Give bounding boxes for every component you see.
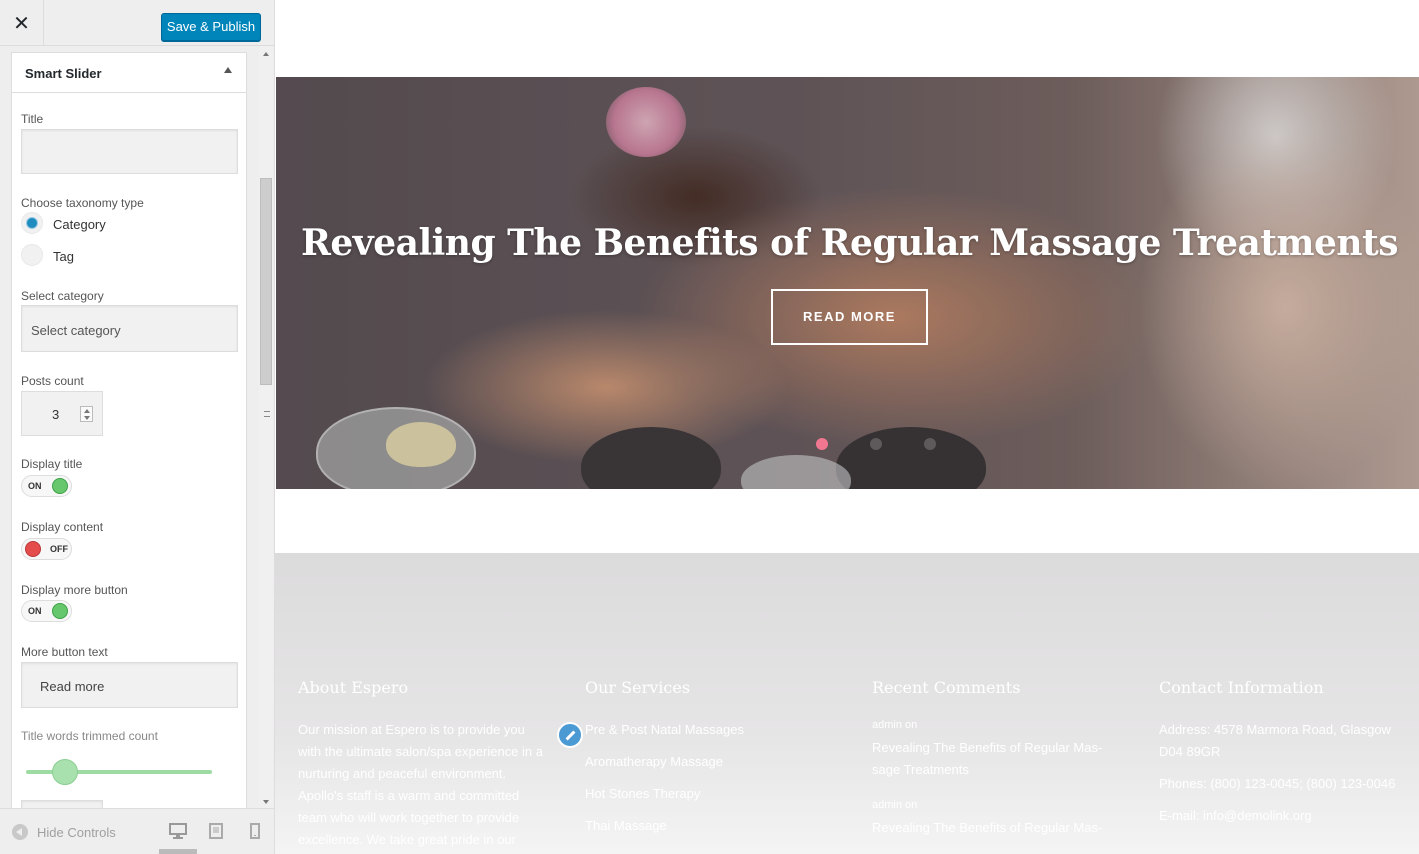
slider-dots: [816, 438, 936, 450]
service-link[interactable]: Aromatherapy Massage: [585, 746, 835, 778]
contact-address: Address: 4578 Marmora Road, Glasgow D04 …: [1159, 722, 1391, 759]
footer-contact: Contact Information Address: 4578 Marmor…: [1159, 678, 1404, 827]
slider-dot-2[interactable]: [870, 438, 882, 450]
close-button[interactable]: ✕: [0, 0, 44, 46]
display-title-label: Display title: [21, 457, 83, 471]
slider-dot-1[interactable]: [816, 438, 828, 450]
more-text-label: More button text: [21, 645, 108, 659]
taxonomy-label: Choose taxonomy type: [21, 196, 144, 210]
site-preview: Revealing The Benefits of Regular Massag…: [275, 0, 1419, 854]
collapse-arrow-icon: [12, 824, 28, 840]
close-icon: ✕: [13, 12, 30, 35]
collapse-caret-icon[interactable]: [224, 67, 232, 73]
comment-link[interactable]: Revealing The Benefits of Regular Mas-sa…: [872, 737, 1112, 781]
site-footer: About Espero Our mission at Espero is to…: [275, 553, 1419, 854]
customizer-header: ✕ Save & Publish: [0, 0, 274, 46]
radio-category[interactable]: [21, 212, 43, 234]
more-text-input[interactable]: Read more: [21, 662, 238, 708]
trim-slider-handle[interactable]: [52, 759, 78, 785]
more-text-value: Read more: [40, 679, 105, 694]
posts-count-value: 3: [52, 407, 60, 422]
toggle-state: ON: [28, 481, 42, 491]
contact-heading: Contact Information: [1159, 678, 1324, 697]
toggle-state: ON: [28, 606, 42, 616]
hero-slider: Revealing The Benefits of Regular Massag…: [276, 77, 1419, 489]
comments-heading: Recent Comments: [872, 678, 1021, 697]
comment-meta: admin on: [872, 799, 918, 811]
contact-email[interactable]: E-mail: info@demolink.org: [1159, 805, 1404, 827]
mobile-icon[interactable]: [244, 821, 266, 841]
customizer-sidebar: ✕ Save & Publish Smart Slider Title Choo…: [0, 0, 275, 854]
title-input[interactable]: [21, 129, 238, 174]
stepper-arrows-icon[interactable]: [80, 406, 93, 422]
sidebar-scrollbar[interactable]: [259, 46, 273, 808]
customizer-footer: Hide Controls: [0, 808, 274, 854]
active-device-indicator: [159, 849, 197, 854]
display-title-toggle[interactable]: ON: [21, 475, 72, 497]
toggle-state: OFF: [50, 544, 68, 554]
contact-phones: Phones: (800) 123-0045; (800) 123-0046: [1159, 776, 1396, 791]
slider-dot-3[interactable]: [924, 438, 936, 450]
display-more-toggle[interactable]: ON: [21, 600, 72, 622]
display-content-label: Display content: [21, 520, 104, 534]
radio-tag[interactable]: [21, 244, 43, 266]
desktop-icon[interactable]: [167, 821, 189, 841]
service-link[interactable]: Hot Stones Therapy: [585, 778, 835, 810]
radio-tag-label: Tag: [53, 249, 74, 264]
posts-count-label: Posts count: [21, 374, 84, 388]
comment-link[interactable]: Revealing The Benefits of Regular Mas-: [872, 817, 1112, 839]
select-category-label: Select category: [21, 289, 104, 303]
tablet-icon[interactable]: [205, 821, 227, 841]
select-category-value: Select category: [31, 323, 121, 338]
section-title: Smart Slider: [25, 66, 102, 81]
service-link[interactable]: Pre & Post Natal Massages: [585, 714, 835, 746]
save-publish-button[interactable]: Save & Publish: [161, 13, 261, 41]
section-header[interactable]: Smart Slider: [12, 53, 246, 93]
service-link[interactable]: Thai Massage: [585, 810, 835, 842]
hero-title: Revealing The Benefits of Regular Massag…: [300, 222, 1399, 264]
radio-category-label: Category: [53, 217, 106, 232]
trim-count-input[interactable]: [21, 800, 103, 808]
comment-meta: admin on: [872, 719, 918, 731]
edit-shortcut-icon[interactable]: [557, 722, 583, 748]
services-heading: Our Services: [585, 678, 691, 697]
footer-services: Our Services Pre & Post Natal Massages A…: [585, 678, 835, 842]
footer-comments: Recent Comments admin on Revealing The B…: [872, 678, 1112, 854]
smart-slider-section: Smart Slider Title Choose taxonomy type …: [11, 52, 247, 808]
trim-label: Title words trimmed count: [21, 729, 158, 743]
posts-count-stepper[interactable]: 3: [21, 391, 103, 436]
read-more-button[interactable]: READ MORE: [771, 289, 928, 345]
display-more-label: Display more button: [21, 583, 128, 597]
controls-panel: Smart Slider Title Choose taxonomy type …: [0, 46, 274, 808]
footer-about: About Espero Our mission at Espero is to…: [298, 678, 543, 851]
select-category-dropdown[interactable]: Select category: [21, 305, 238, 352]
about-text: Our mission at Espero is to provide you …: [298, 722, 543, 847]
title-label: Title: [21, 112, 44, 126]
hide-controls-button[interactable]: Hide Controls: [12, 824, 116, 840]
hide-controls-label: Hide Controls: [37, 824, 116, 840]
about-heading: About Espero: [298, 678, 409, 697]
display-content-toggle[interactable]: OFF: [21, 538, 72, 560]
